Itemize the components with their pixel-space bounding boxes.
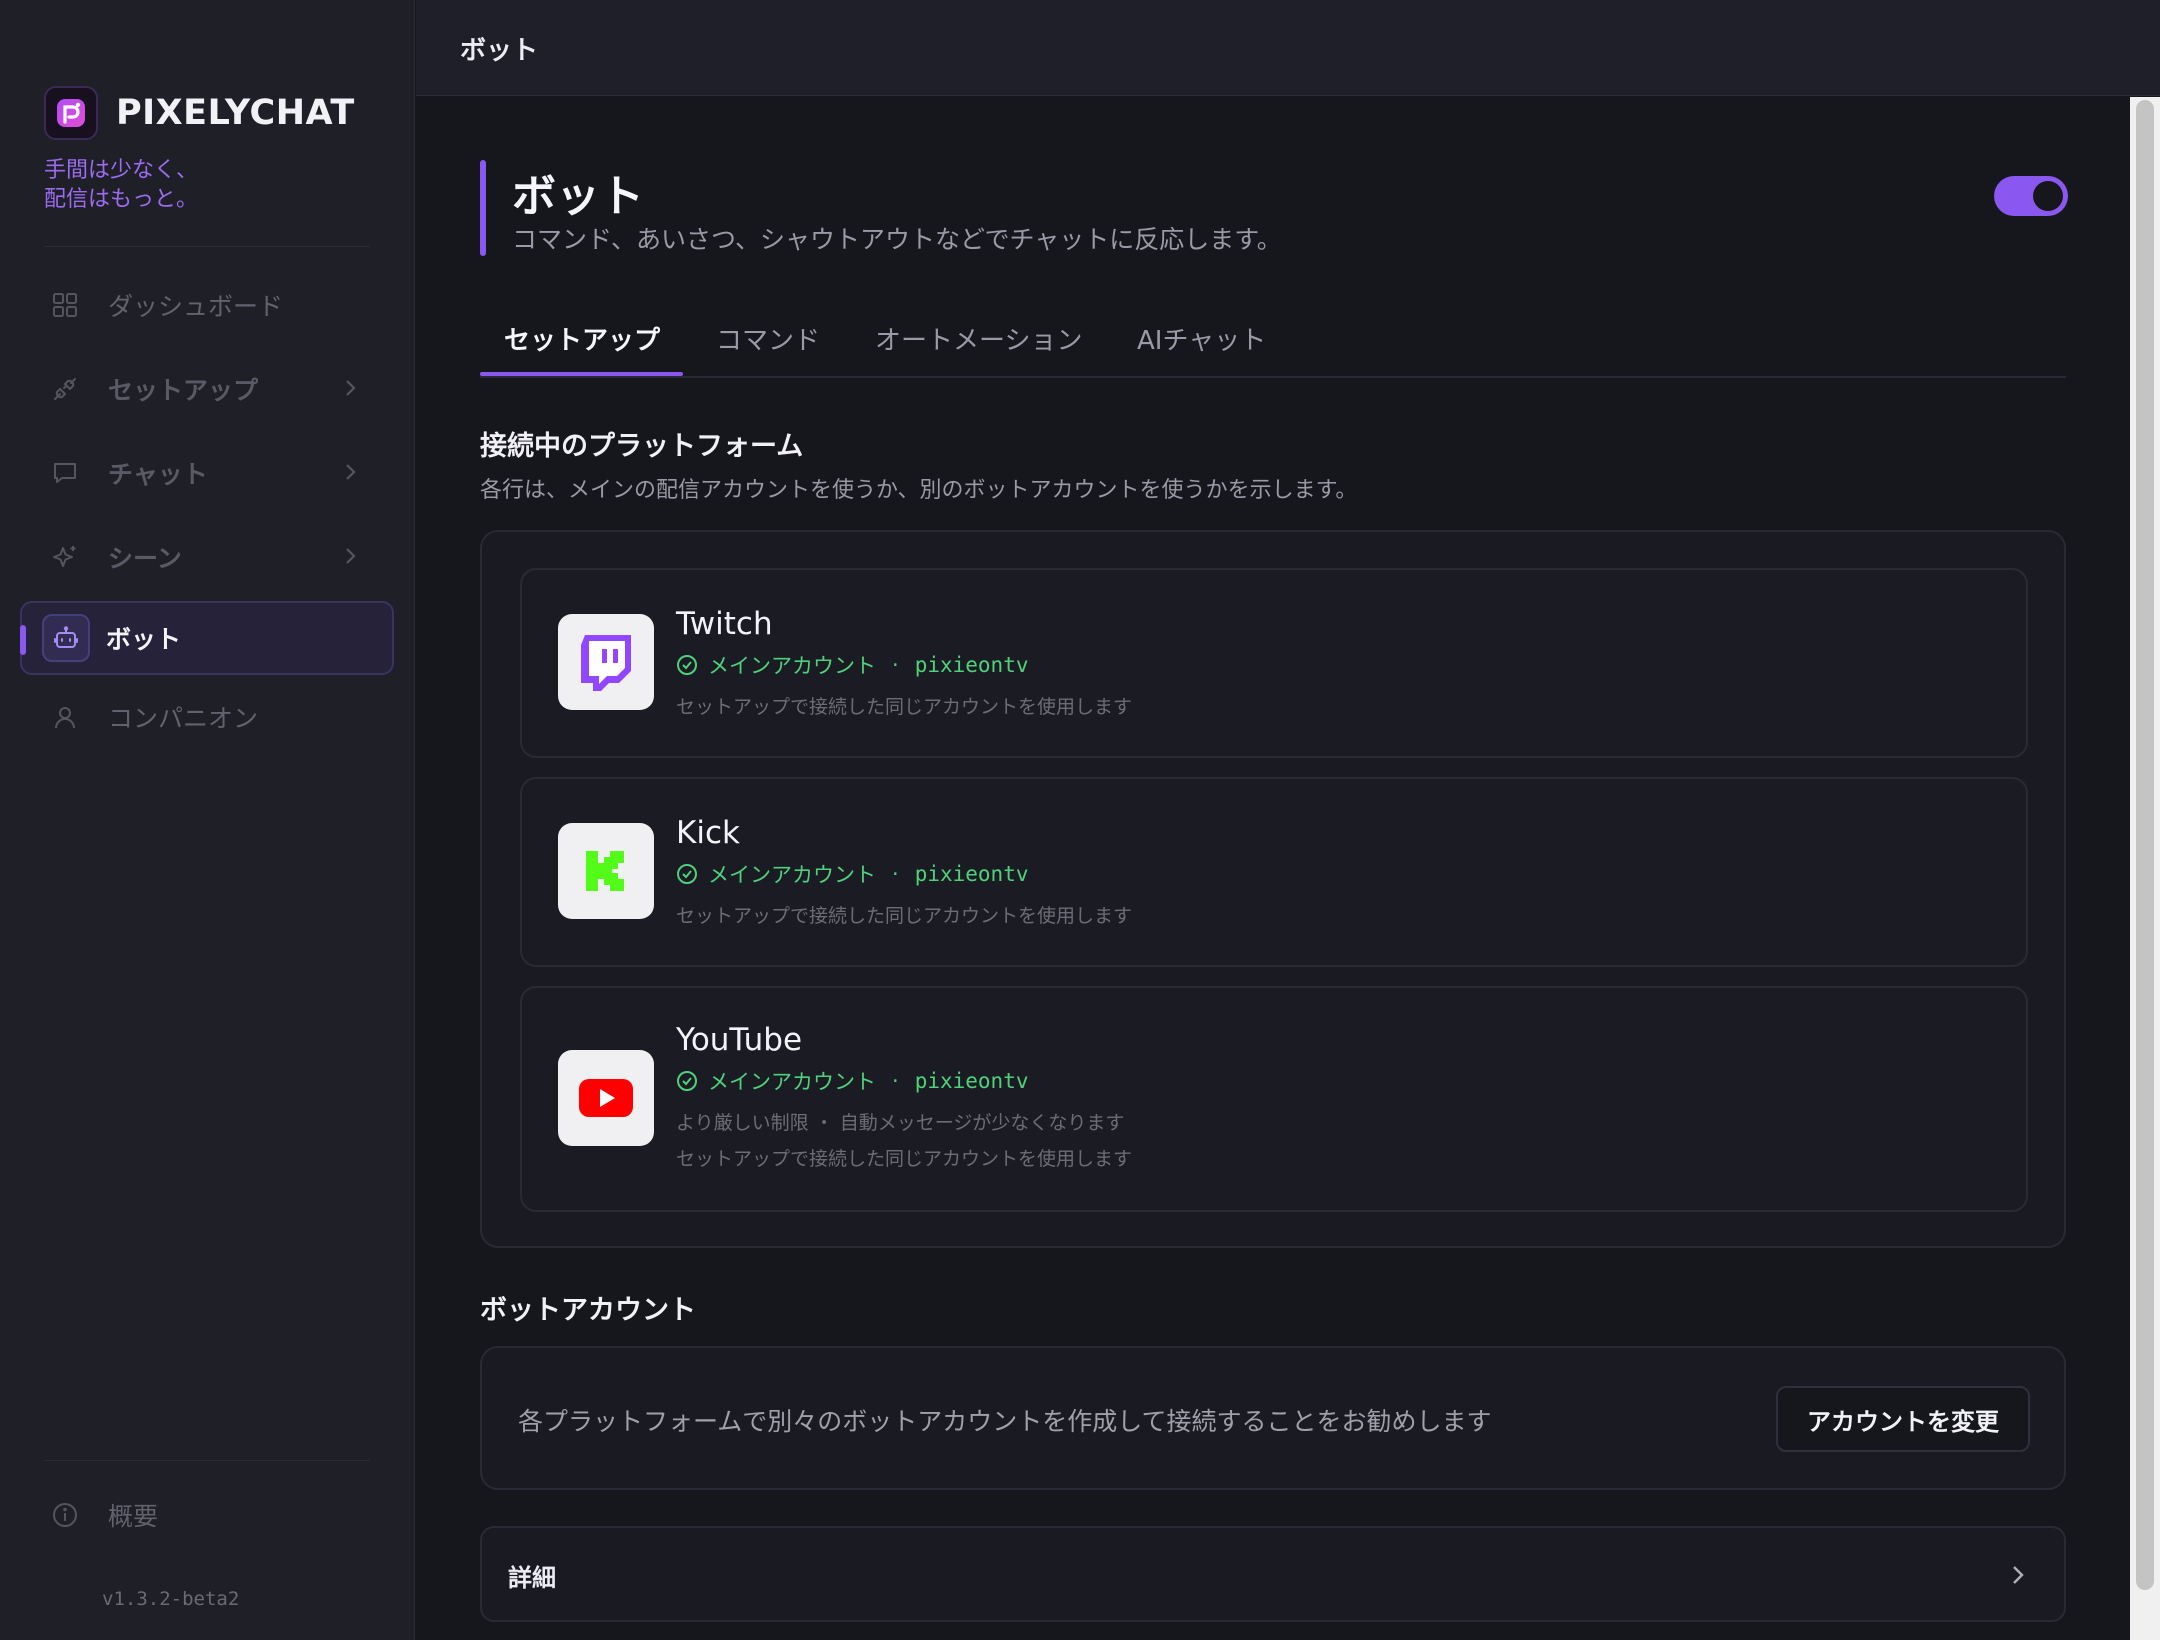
account-type: メインアカウント [708,1070,876,1094]
sidebar-item-label: ダッシュボード [108,292,284,321]
app-version: v1.3.2-beta2 [102,1588,240,1610]
chat-icon [48,456,82,490]
bot-account-recommendation: 各プラットフォームで別々のボットアカウントを作成して接続することをお勧めします [518,1407,1492,1436]
details-expander[interactable]: 詳細 [480,1526,2066,1622]
chevron-right-icon [344,460,358,490]
platform-name: Twitch [676,606,773,642]
platforms-section-title: 接続中のプラットフォーム [480,431,804,462]
chevron-right-icon [344,544,358,574]
bot-account-section-title: ボットアカウント [480,1295,696,1326]
tab-bar: セットアップ コマンド オートメーション AIチャット [480,312,2066,378]
platform-card-twitch: Twitch メインアカウント · pixieontv セットアップで接続した同… [520,568,2028,758]
sidebar-item-label: セットアップ [108,376,259,405]
sidebar-divider [44,1460,370,1461]
separator-dot: · [892,862,899,886]
sidebar-item-dashboard[interactable]: ダッシュボード [20,268,394,342]
sparkle-icon [48,540,82,574]
topbar-title: ボット [460,36,539,66]
sidebar-item-scenes[interactable]: シーン [20,520,394,594]
pixelychat-logo-icon [44,86,98,140]
platform-note: セットアップで接続した同じアカウントを使用します [676,1148,1133,1170]
check-circle-icon [676,1070,698,1092]
account-type: メインアカウント [708,654,876,678]
account-username: pixieontv [914,1069,1029,1093]
robot-icon [42,614,90,662]
page-header: ボット コマンド、あいさつ、シャウトアウトなどでチャットに反応します。 [480,160,2080,256]
separator-dot: · [892,1069,899,1093]
tab-setup[interactable]: セットアップ [504,320,660,357]
youtube-icon [558,1050,654,1146]
chevron-right-icon [2010,1562,2026,1592]
sidebar-item-setup[interactable]: セットアップ [20,352,394,426]
platform-name: Kick [676,815,740,851]
check-circle-icon [676,863,698,885]
sidebar-item-companion[interactable]: コンパニオン [20,680,394,754]
tab-commands[interactable]: コマンド [716,320,820,357]
tagline: 手間は少なく、 配信はもっと。 [44,156,198,214]
sidebar: PIXELYCHAT 手間は少なく、 配信はもっと。 ダッシュボード セットアッ… [0,0,415,1640]
tab-ai-chat[interactable]: AIチャット [1137,320,1266,357]
info-icon [48,1498,82,1532]
bot-enabled-toggle[interactable] [1994,176,2068,216]
account-username: pixieontv [914,862,1029,886]
sidebar-divider [44,246,370,247]
platforms-section-description: 各行は、メインの配信アカウントを使うか、別のボットアカウントを使うかを示します。 [480,478,1358,503]
details-label: 詳細 [508,1564,556,1592]
platform-status: メインアカウント · pixieontv [676,859,1028,889]
platform-card-kick: Kick メインアカウント · pixieontv セットアップで接続した同じア… [520,777,2028,967]
platform-status: メインアカウント · pixieontv [676,650,1028,680]
tagline-line-1: 手間は少なく、 [44,158,199,183]
sidebar-item-label: チャット [108,460,208,489]
sidebar-item-bot[interactable]: ボット [20,601,394,675]
page-title: ボット [512,171,644,222]
platform-status: メインアカウント · pixieontv [676,1066,1028,1096]
account-username: pixieontv [914,653,1029,677]
tab-automation[interactable]: オートメーション [875,320,1082,357]
check-circle-icon [676,654,698,676]
platform-warning: より厳しい制限 ・ 自動メッセージが少なくなります [676,1112,1125,1134]
active-tab-underline [480,372,683,376]
account-type: メインアカウント [708,863,876,887]
platform-card-youtube: YouTube メインアカウント · pixieontv より厳しい制限 ・ 自… [520,986,2028,1212]
chevron-right-icon [344,376,358,406]
brand[interactable]: PIXELYCHAT [44,86,355,140]
platform-name: YouTube [676,1022,803,1058]
sidebar-item-about[interactable]: 概要 [20,1478,394,1552]
plug-icon [48,372,82,406]
platforms-panel: Twitch メインアカウント · pixieontv セットアップで接続した同… [480,530,2066,1248]
bot-account-panel: 各プラットフォームで別々のボットアカウントを作成して接続することをお勧めします … [480,1346,2066,1490]
sidebar-item-label: 概要 [108,1502,159,1531]
twitch-icon [558,614,654,710]
active-indicator [20,625,26,655]
platform-note: セットアップで接続した同じアカウントを使用します [676,696,1133,718]
kick-icon [558,823,654,919]
user-icon [48,700,82,734]
sidebar-item-label: ボット [106,625,182,654]
tagline-line-2: 配信はもっと。 [44,187,199,212]
separator-dot: · [892,653,899,677]
toggle-knob [2033,181,2063,211]
platform-note: セットアップで接続した同じアカウントを使用します [676,905,1133,927]
page-subtitle: コマンド、あいさつ、シャウトアウトなどでチャットに反応します。 [512,225,1282,254]
sidebar-item-chat[interactable]: チャット [20,436,394,510]
scrollbar-thumb[interactable] [2136,100,2154,1590]
topbar: ボット [416,0,2160,96]
grid-icon [48,288,82,322]
sidebar-item-label: コンパニオン [108,704,259,733]
app-name: PIXELYCHAT [116,93,355,133]
change-account-button[interactable]: アカウントを変更 [1776,1386,2030,1452]
sidebar-item-label: シーン [108,544,182,573]
header-accent-bar [480,160,486,256]
